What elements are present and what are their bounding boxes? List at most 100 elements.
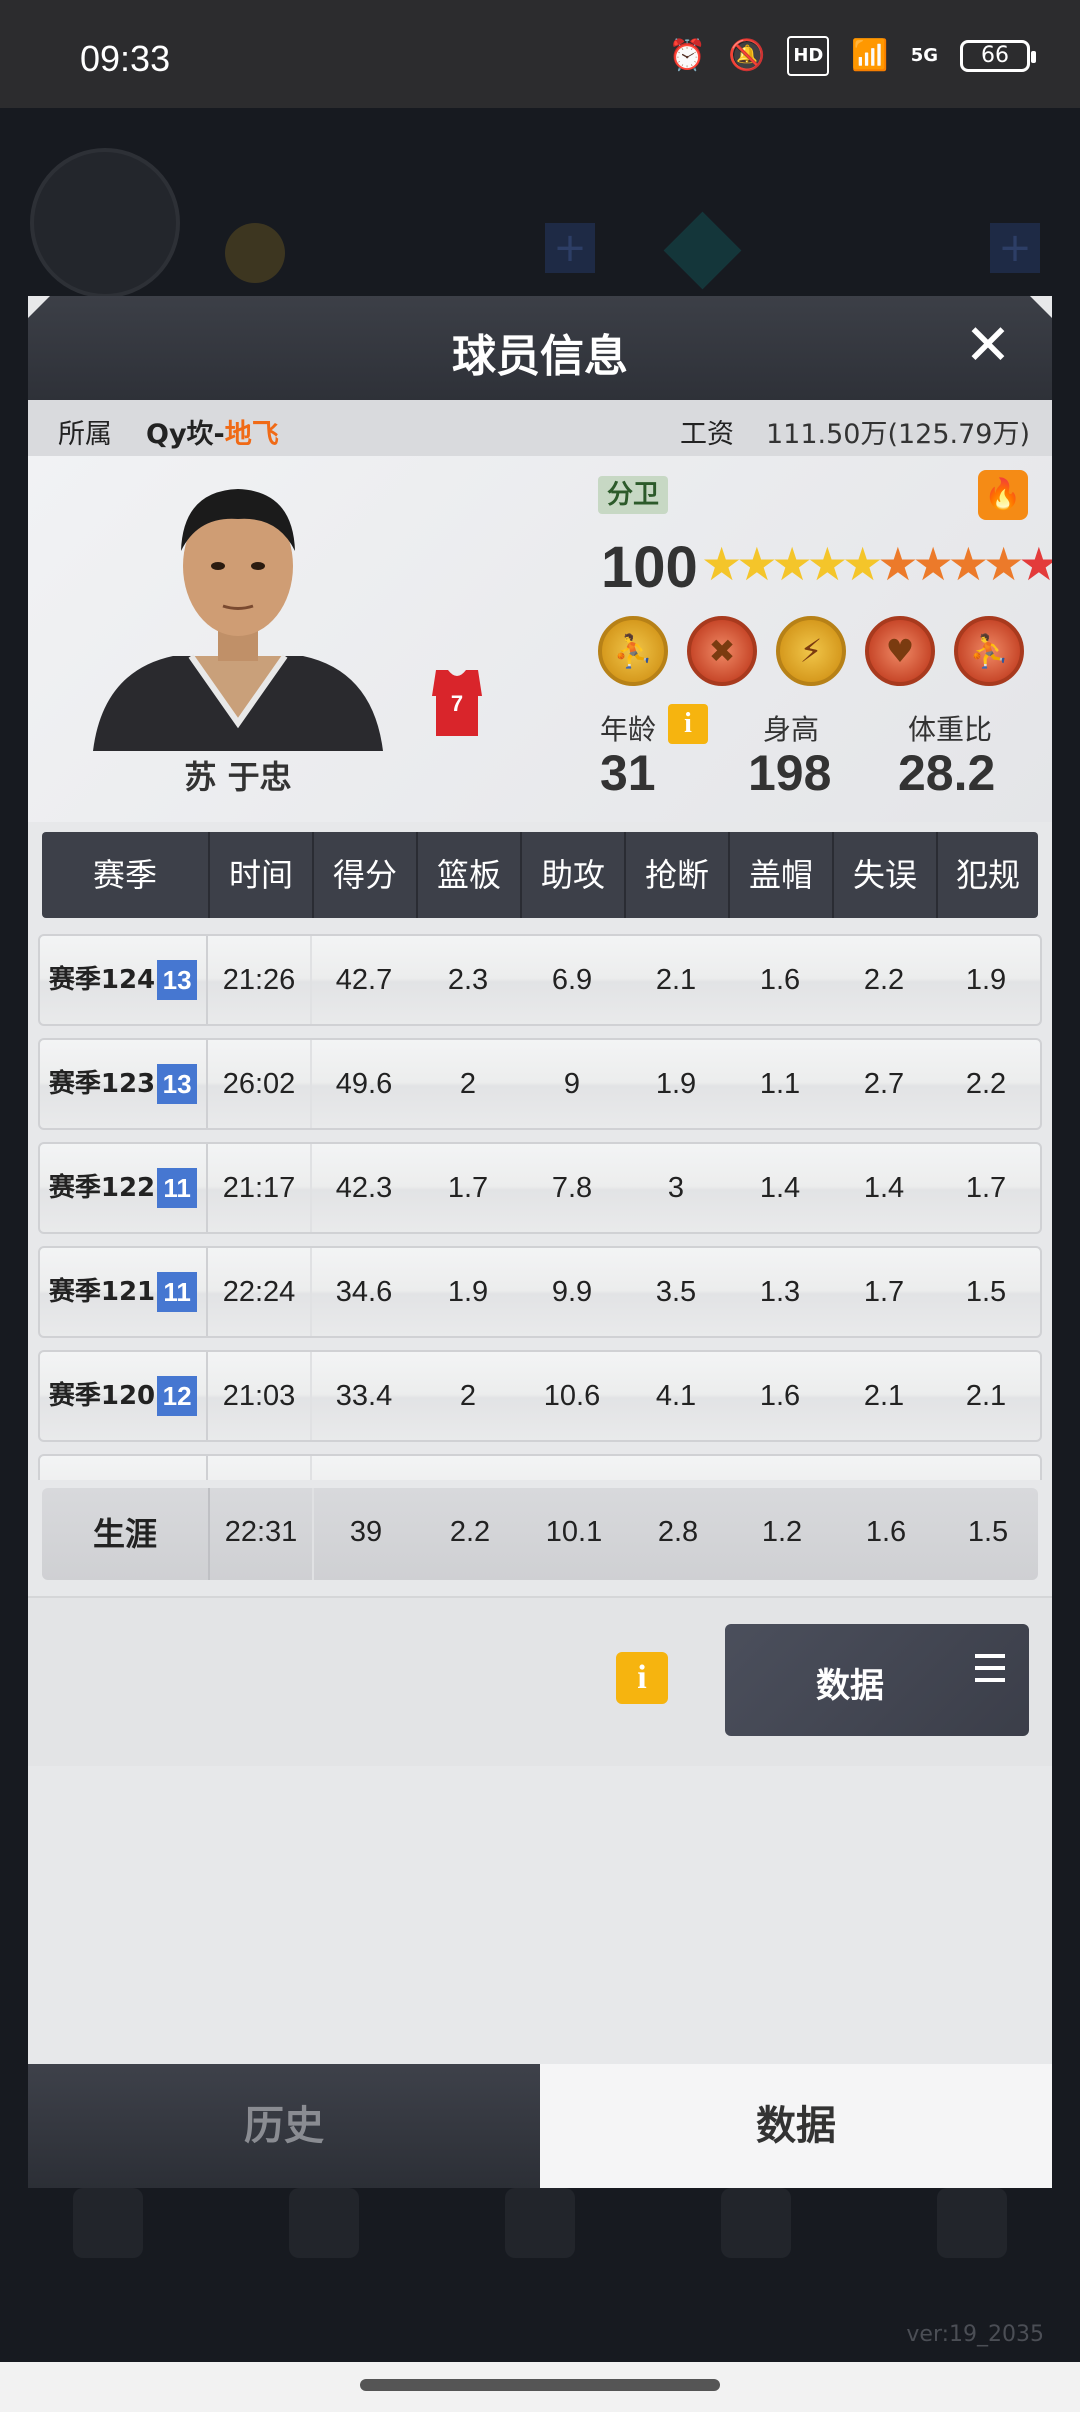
player-info-dialog: 球员信息 ✕ 所属 Qy坎-地飞 工资 111.50万(125.79万) 苏 于… xyxy=(28,296,1052,2188)
player-card: 苏 于忠 7 分卫 🔥 100 ★ ★ ★ ★ ★ ★ ★ ★ ★ ★ ⛹ ✖ ⚡ ♥ ⛹ 年龄 … xyxy=(28,456,1052,822)
cell-time: 21:17 xyxy=(208,1144,312,1232)
cell-turnovers: 2.7 xyxy=(863,1068,905,1100)
career-turnovers: 1.6 xyxy=(865,1516,907,1548)
cell-turnovers: 2.2 xyxy=(863,964,905,996)
info-button[interactable]: i xyxy=(616,1652,668,1704)
season-level-badge: 11 xyxy=(157,1168,198,1208)
season-cell: 赛季123 13 xyxy=(40,1040,208,1128)
cell-steals: 1.9 xyxy=(655,1068,697,1100)
table-row[interactable]: 赛季120 12 21:03 33.4 2 10.6 4.1 1.6 2.1 2.1 xyxy=(38,1350,1042,1442)
season-cell: 赛季11913 xyxy=(40,1456,208,1480)
cell-assists: 10.6 xyxy=(543,1380,601,1412)
career-row: 生涯 22:31 39 2.2 10.1 2.8 1.2 1.6 1.5 xyxy=(42,1488,1038,1580)
stamina-skill-icon[interactable]: ♥ xyxy=(865,616,935,686)
season-cell: 赛季120 12 xyxy=(40,1352,208,1440)
gem-icon xyxy=(663,211,742,290)
skill-badges: ⛹ ✖ ⚡ ♥ ⛹ xyxy=(598,616,1024,686)
weight-ratio-label: 体重比 xyxy=(908,713,993,746)
table-row[interactable]: 赛季124 13 21:26 42.7 2.3 6.9 2.1 1.6 2.2 1.9 xyxy=(38,934,1042,1026)
header-rebounds[interactable]: 篮板 xyxy=(418,832,522,918)
cell-time: 21:03 xyxy=(208,1352,312,1440)
cell-steals: 2.1 xyxy=(655,964,697,996)
nav-item xyxy=(43,2168,173,2358)
table-row[interactable]: 赛季121 11 22:24 34.6 1.9 9.9 3.5 1.3 1.7 1.5 xyxy=(38,1246,1042,1338)
cell-turnovers: 1.4 xyxy=(863,1172,905,1204)
cell-assists: 12.1 xyxy=(520,1456,624,1480)
table-row[interactable]: 赛季122 11 21:17 42.3 1.7 7.8 3 1.4 1.4 1.7 xyxy=(38,1142,1042,1234)
add-coin-button: + xyxy=(545,223,595,273)
career-label: 生涯 xyxy=(42,1488,210,1580)
table-row[interactable]: 赛季1191320:59311.812.13.91.11.91.8 xyxy=(38,1454,1042,1480)
header-blocks[interactable]: 盖帽 xyxy=(730,832,834,918)
fire-icon[interactable]: 🔥 xyxy=(978,470,1028,520)
cell-turnovers: 1.9 xyxy=(832,1456,936,1480)
cell-turnovers: 2.1 xyxy=(863,1380,905,1412)
tab-data[interactable]: 数据 xyxy=(540,2064,1052,2188)
cell-time: 20:59 xyxy=(208,1456,312,1480)
passing-skill-icon[interactable]: ⛹ xyxy=(954,616,1024,686)
season-level-badge: 11 xyxy=(157,1272,198,1312)
cell-rebounds: 1.9 xyxy=(447,1276,489,1308)
hd-icon: HD xyxy=(787,36,830,76)
jersey-number: 7 xyxy=(451,691,463,716)
cell-time: 22:24 xyxy=(208,1248,312,1336)
cell-fouls: 1.8 xyxy=(936,1456,1036,1480)
wifi-icon: 📶 xyxy=(851,38,889,73)
season-level-badge: 12 xyxy=(157,1376,198,1416)
header-season[interactable]: 赛季 xyxy=(42,832,210,918)
cell-rebounds: 2 xyxy=(459,1380,477,1412)
season-cell: 赛季122 11 xyxy=(40,1144,208,1232)
table-row[interactable]: 赛季123 13 26:02 49.6 2 9 1.9 1.1 2.7 2.2 xyxy=(38,1038,1042,1130)
team-name: Qy坎-地飞 xyxy=(146,419,279,450)
star-icon: ★ xyxy=(1018,537,1052,591)
speed-skill-icon[interactable]: ⚡ xyxy=(776,616,846,686)
cell-fouls: 1.7 xyxy=(965,1172,1007,1204)
season-cell: 赛季124 13 xyxy=(40,936,208,1024)
menu-icon xyxy=(975,1654,1005,1684)
cell-turnovers: 1.7 xyxy=(863,1276,905,1308)
team-label: 所属 xyxy=(58,419,112,450)
career-assists: 10.1 xyxy=(545,1516,603,1548)
weight-ratio-value: 28.2 xyxy=(898,745,996,801)
tab-history[interactable]: 历史 xyxy=(28,2064,540,2188)
career-steals: 2.8 xyxy=(657,1516,699,1548)
header-time[interactable]: 时间 xyxy=(210,832,314,918)
header-assists[interactable]: 助攻 xyxy=(522,832,626,918)
data-button[interactable]: 数据 xyxy=(725,1624,1029,1736)
season-label: 赛季123 xyxy=(48,1069,156,1099)
header-fouls[interactable]: 犯规 xyxy=(938,832,1038,918)
home-indicator[interactable] xyxy=(360,2379,720,2391)
stats-table-body[interactable]: 赛季124 13 21:26 42.7 2.3 6.9 2.1 1.6 2.2 1.9 赛季123 1… xyxy=(38,934,1042,1480)
jersey-icon: 7 xyxy=(432,670,482,736)
season-label: 赛季119 xyxy=(49,1456,155,1480)
cell-blocks: 1.3 xyxy=(759,1276,801,1308)
header-steals[interactable]: 抢断 xyxy=(626,832,730,918)
add-gem-button: + xyxy=(990,223,1040,273)
age-info-icon[interactable]: i xyxy=(668,704,708,744)
cell-points: 42.7 xyxy=(335,964,393,996)
cell-assists: 9.9 xyxy=(551,1276,593,1308)
cell-steals: 4.1 xyxy=(655,1380,697,1412)
player-portrait xyxy=(93,489,383,751)
season-label: 赛季122 xyxy=(48,1173,156,1203)
cell-assists: 6.9 xyxy=(551,964,593,996)
career-time: 22:31 xyxy=(210,1488,314,1580)
defense-skill-icon[interactable]: ✖ xyxy=(687,616,757,686)
overall-rating: 100 xyxy=(601,535,698,600)
dialog-header: 球员信息 ✕ xyxy=(28,296,1052,400)
salary-label: 工资 xyxy=(680,419,734,450)
cell-fouls: 2.2 xyxy=(965,1068,1007,1100)
cell-points: 34.6 xyxy=(335,1276,393,1308)
version-label: ver:19_2035 xyxy=(906,2322,1044,2347)
data-button-label: 数据 xyxy=(816,1666,884,1706)
shooting-skill-icon[interactable]: ⛹ xyxy=(598,616,668,686)
star-rating: ★ ★ ★ ★ ★ ★ ★ ★ ★ ★ xyxy=(701,534,1052,594)
action-area: i 数据 xyxy=(28,1596,1052,1766)
header-turnovers[interactable]: 失误 xyxy=(834,832,938,918)
team-salary-bar: 所属 Qy坎-地飞 工资 111.50万(125.79万) xyxy=(28,400,1052,456)
close-button[interactable]: ✕ xyxy=(960,318,1016,374)
header-points[interactable]: 得分 xyxy=(314,832,418,918)
coin-icon xyxy=(225,223,285,283)
season-level-badge: 13 xyxy=(157,960,198,1000)
mute-icon: 🔕 xyxy=(727,38,766,73)
